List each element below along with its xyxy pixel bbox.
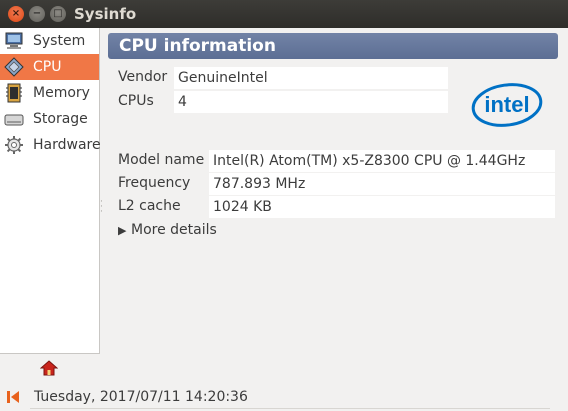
gear-icon <box>5 136 23 154</box>
more-details-label: More details <box>131 222 217 238</box>
l2-cache-value: 1024 KB <box>209 196 555 218</box>
model-name-label: Model name <box>118 152 205 168</box>
l2-cache-label: L2 cache <box>118 198 181 214</box>
sidebar-item-storage[interactable]: Storage <box>0 106 99 132</box>
intel-logo-text: intel <box>484 92 529 117</box>
cpus-value: 4 <box>174 91 448 113</box>
pane-splitter-handle[interactable]: · · · <box>100 198 104 217</box>
hard-disk-icon <box>4 114 24 126</box>
vendor-value: GenuineIntel <box>174 67 448 89</box>
minimize-button[interactable]: − <box>29 6 45 22</box>
sidebar-item-label: System <box>33 33 86 49</box>
sidebar-item-system[interactable]: System <box>0 28 99 54</box>
frequency-label: Frequency <box>118 175 191 191</box>
computer-icon <box>5 32 23 49</box>
cpu-chip-icon <box>4 57 24 77</box>
sidebar: System CPU Memory Storage Hardware <box>0 28 101 354</box>
sidebar-item-label: Hardware <box>33 137 101 153</box>
sidebar-item-memory[interactable]: Memory <box>0 80 99 106</box>
sidebar-item-hardware[interactable]: Hardware <box>0 132 101 158</box>
status-bar: Tuesday, 2017/07/11 14:20:36 <box>0 385 568 411</box>
expand-triangle-icon: ▶ <box>118 224 127 237</box>
window-title: Sysinfo <box>74 5 137 23</box>
title-bar: × − □ Sysinfo <box>0 0 568 28</box>
status-datetime: Tuesday, 2017/07/11 14:20:36 <box>34 389 248 405</box>
sidebar-item-label: Memory <box>33 85 90 101</box>
cpus-label: CPUs <box>118 93 154 109</box>
page-title: CPU information <box>108 33 558 59</box>
sidebar-item-label: Storage <box>33 111 88 127</box>
maximize-button[interactable]: □ <box>50 6 66 22</box>
close-button[interactable]: × <box>8 6 24 22</box>
status-divider <box>30 408 550 409</box>
sidebar-item-cpu[interactable]: CPU <box>0 54 99 80</box>
home-icon[interactable] <box>40 360 58 376</box>
skip-to-start-icon[interactable] <box>6 389 20 405</box>
model-name-value: Intel(R) Atom(TM) x5-Z8300 CPU @ 1.44GHz <box>209 150 555 172</box>
vendor-label: Vendor <box>118 69 168 85</box>
intel-logo: intel <box>471 83 543 127</box>
frequency-value: 787.893 MHz <box>209 173 555 195</box>
sidebar-item-label: CPU <box>33 59 62 75</box>
memory-icon <box>6 83 22 103</box>
